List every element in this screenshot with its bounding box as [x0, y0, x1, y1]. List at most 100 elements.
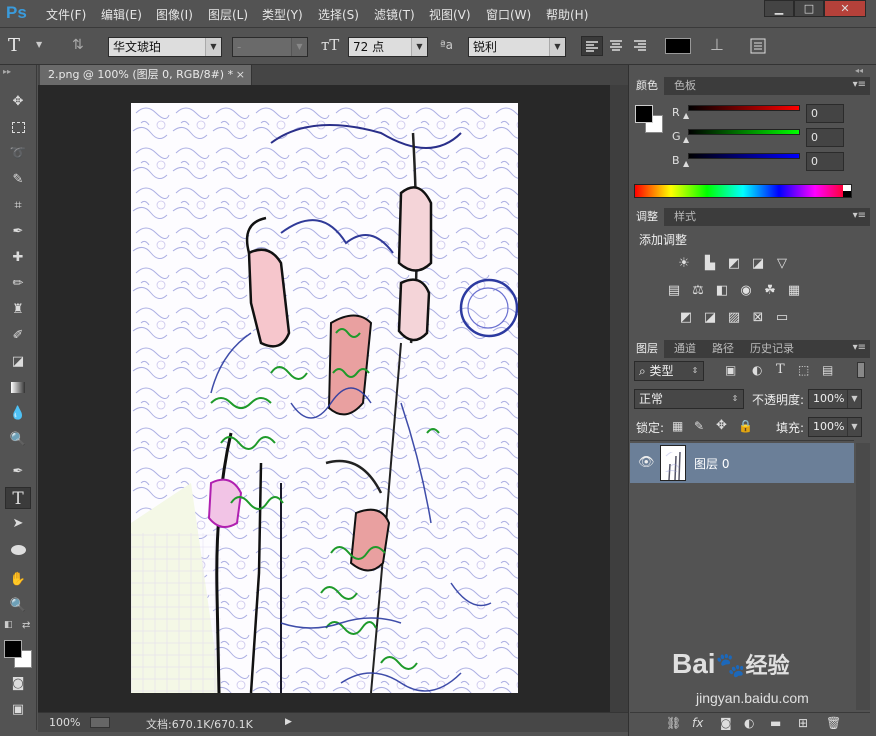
posterize-icon[interactable]: ◪ [700, 309, 720, 327]
channel-mixer-icon[interactable]: ☘ [760, 282, 780, 300]
filter-toggle[interactable] [857, 362, 865, 378]
vibrance-icon[interactable]: ▽ [772, 255, 792, 273]
panel-menu-icon[interactable]: ▾≡ [853, 342, 866, 353]
path-selection-tool[interactable]: ➤ [5, 513, 31, 535]
gradient-map-icon[interactable]: ▭ [772, 309, 792, 327]
font-family-select[interactable]: 华文琥珀 ▼ [108, 37, 222, 57]
warp-text-icon[interactable]: ⊥ [710, 35, 724, 54]
menu-window[interactable]: 窗口(W) [486, 6, 531, 23]
slider-thumb-icon[interactable]: ▲ [683, 135, 689, 144]
layer-name[interactable]: 图层 0 [694, 455, 729, 472]
panel-menu-icon[interactable]: ▾≡ [853, 210, 866, 221]
slider-thumb-icon[interactable]: ▲ [683, 111, 689, 120]
channel-b-slider[interactable] [688, 153, 800, 159]
type-tool[interactable]: T [5, 487, 31, 509]
history-brush-tool[interactable]: ✐ [5, 325, 31, 347]
eraser-tool[interactable]: ◪ [5, 351, 31, 373]
layer-mask-icon[interactable]: ◙ [720, 716, 732, 730]
blur-tool[interactable]: 💧 [5, 403, 31, 425]
menu-file[interactable]: 文件(F) [46, 6, 86, 23]
quick-mask-icon[interactable]: ◙ [5, 673, 31, 695]
curves-icon[interactable]: ◩ [724, 255, 744, 273]
opacity-input[interactable]: 100% ▼ [808, 389, 862, 409]
menu-image[interactable]: 图像(I) [156, 6, 193, 23]
delete-layer-icon[interactable]: 🗑 [826, 716, 841, 730]
exposure-icon[interactable]: ◪ [748, 255, 768, 273]
lock-all-icon[interactable]: 🔒 [738, 419, 753, 433]
document-canvas[interactable] [131, 103, 518, 693]
layer-style-icon[interactable]: fx [692, 716, 703, 730]
layer-row[interactable]: 👁 图层 0 [630, 443, 854, 483]
font-size-select[interactable]: 72 点 ▼ [348, 37, 428, 57]
gradient-tool[interactable] [5, 377, 31, 399]
lock-transparent-icon[interactable]: ▦ [672, 419, 683, 433]
eyedropper-tool[interactable]: ✒ [5, 221, 31, 243]
tab-history[interactable]: 历史记录 [744, 340, 800, 358]
panel-menu-icon[interactable]: ▾≡ [853, 79, 866, 90]
menu-view[interactable]: 视图(V) [429, 6, 471, 23]
channel-r-value[interactable]: 0 [806, 104, 844, 123]
status-menu-arrow-icon[interactable]: ▶ [285, 717, 292, 727]
antialias-select[interactable]: 锐利 ▼ [468, 37, 566, 57]
foreground-color-swatch[interactable] [635, 105, 653, 123]
zoom-level[interactable]: 100% [49, 716, 80, 729]
character-panel-button[interactable] [748, 36, 768, 56]
text-orientation-icon[interactable]: ⇅ [72, 37, 84, 53]
align-left-button[interactable] [581, 36, 603, 56]
marquee-tool[interactable] [5, 117, 31, 139]
blend-mode-select[interactable]: 正常 ⇕ [634, 389, 744, 409]
menu-select[interactable]: 选择(S) [318, 6, 359, 23]
new-group-icon[interactable]: ▬ [770, 716, 781, 730]
black-white-icon[interactable]: ◧ [712, 282, 732, 300]
hand-tool[interactable]: ✋ [5, 569, 31, 591]
crop-tool[interactable]: ⌗ [5, 195, 31, 217]
ellipse-tool[interactable] [5, 539, 31, 561]
channel-b-value[interactable]: 0 [806, 152, 844, 171]
invert-icon[interactable]: ◩ [676, 309, 696, 327]
menu-layer[interactable]: 图层(L) [208, 6, 248, 23]
photo-filter-icon[interactable]: ◉ [736, 282, 756, 300]
fill-input[interactable]: 100% ▼ [808, 417, 862, 437]
tab-color[interactable]: 颜色 [630, 77, 664, 95]
zoom-tool[interactable]: 🔍 [5, 595, 31, 617]
screen-mode-icon[interactable]: ▣ [5, 699, 31, 721]
new-layer-icon[interactable]: ⊞ [798, 716, 808, 730]
lock-image-icon[interactable]: ✎ [694, 419, 704, 433]
hue-saturation-icon[interactable]: ▤ [664, 282, 684, 300]
color-spectrum-bar[interactable] [634, 184, 852, 198]
close-icon[interactable]: × [236, 65, 245, 85]
slider-thumb-icon[interactable]: ▲ [683, 159, 689, 168]
filter-adjustment-icon[interactable]: ◐ [752, 363, 762, 377]
quick-selection-tool[interactable]: ✎ [5, 169, 31, 191]
healing-brush-tool[interactable]: ✚ [5, 247, 31, 269]
color-lookup-icon[interactable]: ▦ [784, 282, 804, 300]
menu-help[interactable]: 帮助(H) [546, 6, 588, 23]
chevron-down-icon[interactable]: ▼ [36, 40, 42, 49]
layers-scrollbar[interactable] [856, 443, 870, 710]
tab-adjustments[interactable]: 调整 [630, 208, 664, 226]
menu-filter[interactable]: 滤镜(T) [374, 6, 415, 23]
brightness-contrast-icon[interactable]: ☀ [674, 255, 694, 273]
collapse-icon[interactable]: ▸▸ [3, 67, 11, 76]
dodge-tool[interactable]: 🔍 [5, 429, 31, 451]
menu-edit[interactable]: 编辑(E) [101, 6, 142, 23]
tab-paths[interactable]: 路径 [706, 340, 740, 358]
font-style-select[interactable]: - ▼ [232, 37, 308, 57]
canvas-vertical-scrollbar[interactable] [610, 85, 628, 712]
tab-styles[interactable]: 样式 [668, 208, 702, 226]
foreground-color-swatch[interactable] [4, 640, 22, 658]
default-colors-icon[interactable]: ◧ [4, 620, 13, 630]
channel-g-slider[interactable] [688, 129, 800, 135]
levels-icon[interactable]: ▙ [700, 255, 720, 273]
document-tab[interactable]: 2.png @ 100% (图层 0, RGB/8#) * × [40, 65, 252, 85]
close-window-button[interactable]: ✕ [824, 0, 866, 17]
move-tool[interactable]: ✥ [5, 91, 31, 113]
lasso-tool[interactable]: ➰ [5, 143, 31, 165]
type-tool-preset-icon[interactable]: T [8, 35, 20, 56]
tab-swatches[interactable]: 色板 [668, 77, 702, 95]
filter-shape-icon[interactable]: ⬚ [798, 363, 809, 377]
filter-smart-object-icon[interactable]: ▤ [822, 363, 833, 377]
channel-r-slider[interactable] [688, 105, 800, 111]
pen-tool[interactable]: ✒ [5, 461, 31, 483]
adjustment-layer-icon[interactable]: ◐ [744, 716, 754, 730]
